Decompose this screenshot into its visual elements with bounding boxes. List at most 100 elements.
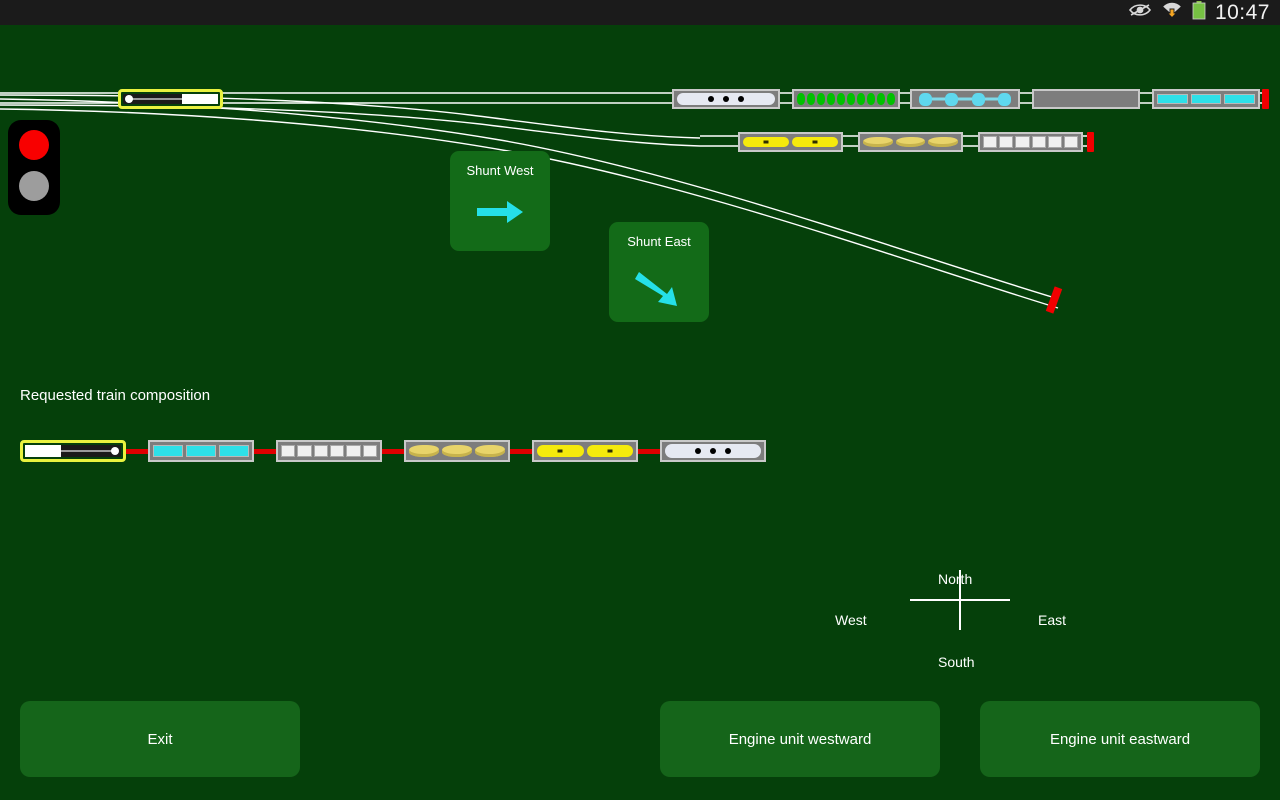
wagon-hay[interactable] (858, 132, 963, 152)
container-cell (1157, 93, 1188, 105)
wagon-diamond-load[interactable] (910, 89, 1020, 109)
flat-deck (1034, 91, 1138, 107)
green-tank-cell (817, 93, 825, 105)
crate-cell (297, 444, 312, 458)
signal-lamp-off (19, 171, 49, 201)
compass-west-label: West (835, 612, 867, 628)
compass-north-label: North (938, 571, 973, 587)
shunt-west-label: Shunt West (466, 163, 534, 178)
wagon-frame (738, 132, 843, 152)
green-tank-cell (797, 93, 805, 105)
coupler (382, 448, 404, 454)
crate-cell (313, 444, 328, 458)
hay-bundle (442, 445, 472, 457)
wagon-frame (148, 440, 254, 462)
tank-cell (586, 445, 633, 457)
status-bar: 10:47 (0, 0, 1280, 25)
green-tank-cell (827, 93, 835, 105)
locomotive-body (20, 440, 126, 462)
hay-bundle (863, 137, 893, 147)
container-cell (1190, 93, 1222, 105)
container-cell (219, 444, 249, 458)
tank-cell (792, 136, 838, 148)
crate-cell (329, 444, 345, 458)
crate-cell (346, 444, 361, 458)
green-tank-cell (847, 93, 855, 105)
loco-stripe (61, 449, 114, 453)
arrow-right-icon (450, 195, 550, 234)
composition-row[interactable] (20, 440, 766, 462)
crate-cell (1031, 136, 1046, 148)
wagon-frame (660, 440, 766, 462)
wagon-flat-plain[interactable] (1032, 89, 1140, 109)
diamond-cell (997, 92, 1011, 106)
shunt-east-button[interactable]: Shunt East (609, 222, 709, 322)
diamond-cell (971, 92, 985, 106)
engine-unit-westward-button[interactable]: Engine unit westward (660, 701, 940, 777)
tank-cell (537, 445, 584, 457)
composition-passenger[interactable] (660, 440, 766, 462)
status-clock: 10:47 (1214, 1, 1270, 24)
diamond-load-group (915, 91, 1015, 107)
wagon-green-tank[interactable] (792, 89, 900, 109)
shunt-west-button[interactable]: Shunt West (450, 151, 550, 251)
crate-cell (1063, 136, 1079, 148)
signal-lamp-red (19, 130, 49, 160)
wagon-frame (792, 89, 900, 109)
crate-cell (1047, 136, 1062, 148)
wagon-frame (532, 440, 638, 462)
passenger-shell (665, 444, 761, 458)
buffer-stop-north (1262, 89, 1269, 109)
loco-tail (182, 94, 218, 104)
wagon-frame (1032, 89, 1140, 109)
buffer-stop-diagonal (1045, 286, 1063, 314)
wagon-white-crate[interactable] (978, 132, 1083, 152)
shunt-east-label: Shunt East (627, 234, 691, 249)
crate-cell (281, 444, 296, 458)
crate-cell (362, 444, 377, 458)
hay-bundle (409, 445, 439, 457)
track-signal[interactable] (8, 120, 60, 215)
wagon-frame (910, 89, 1020, 109)
yard-canvas[interactable]: Shunt West Shunt East Requested train co… (0, 25, 1280, 800)
engine-unit-eastward-button[interactable]: Engine unit eastward (980, 701, 1260, 777)
exit-button[interactable]: Exit (20, 701, 300, 777)
container-cell (186, 444, 216, 458)
yard-locomotive[interactable] (118, 89, 223, 109)
composition-yellow-tank[interactable] (532, 440, 638, 462)
wagon-frame (1152, 89, 1260, 109)
passenger-window-dot (710, 448, 716, 454)
composition-cyan-container[interactable] (148, 440, 254, 462)
passenger-window-dot (738, 95, 744, 102)
loco-stripe (130, 97, 183, 101)
wagon-frame (672, 89, 780, 109)
wagon-cyan-container[interactable] (1152, 89, 1260, 109)
composition-hay[interactable] (404, 440, 510, 462)
loco-tail (25, 445, 61, 457)
crate-cell (983, 136, 998, 148)
composition-title: Requested train composition (20, 387, 211, 404)
coupler (126, 448, 148, 454)
compass-east-label: East (1038, 612, 1067, 628)
coupler (638, 448, 660, 454)
exit-button-label: Exit (147, 730, 173, 748)
passenger-window-dot (695, 448, 701, 454)
passenger-window-dot (723, 95, 729, 102)
engine-west-label: Engine unit westward (728, 730, 872, 748)
green-tank-cell (807, 93, 815, 105)
green-tank-cell (887, 93, 895, 105)
wagon-passenger[interactable] (672, 89, 780, 109)
diamond-connector (923, 97, 1007, 101)
loco-headlamp (111, 447, 119, 455)
composition-white-crate[interactable] (276, 440, 382, 462)
composition-locomotive[interactable] (20, 440, 126, 462)
locomotive-body (118, 89, 223, 109)
wagon-yellow-tank[interactable] (738, 132, 843, 152)
coupler (510, 448, 532, 454)
hay-bundle (928, 137, 959, 147)
eye-icon (1128, 2, 1152, 23)
hay-bundle (475, 445, 505, 457)
battery-icon (1192, 0, 1206, 25)
green-tank-cell (867, 93, 875, 105)
passenger-window-dot (725, 448, 731, 454)
